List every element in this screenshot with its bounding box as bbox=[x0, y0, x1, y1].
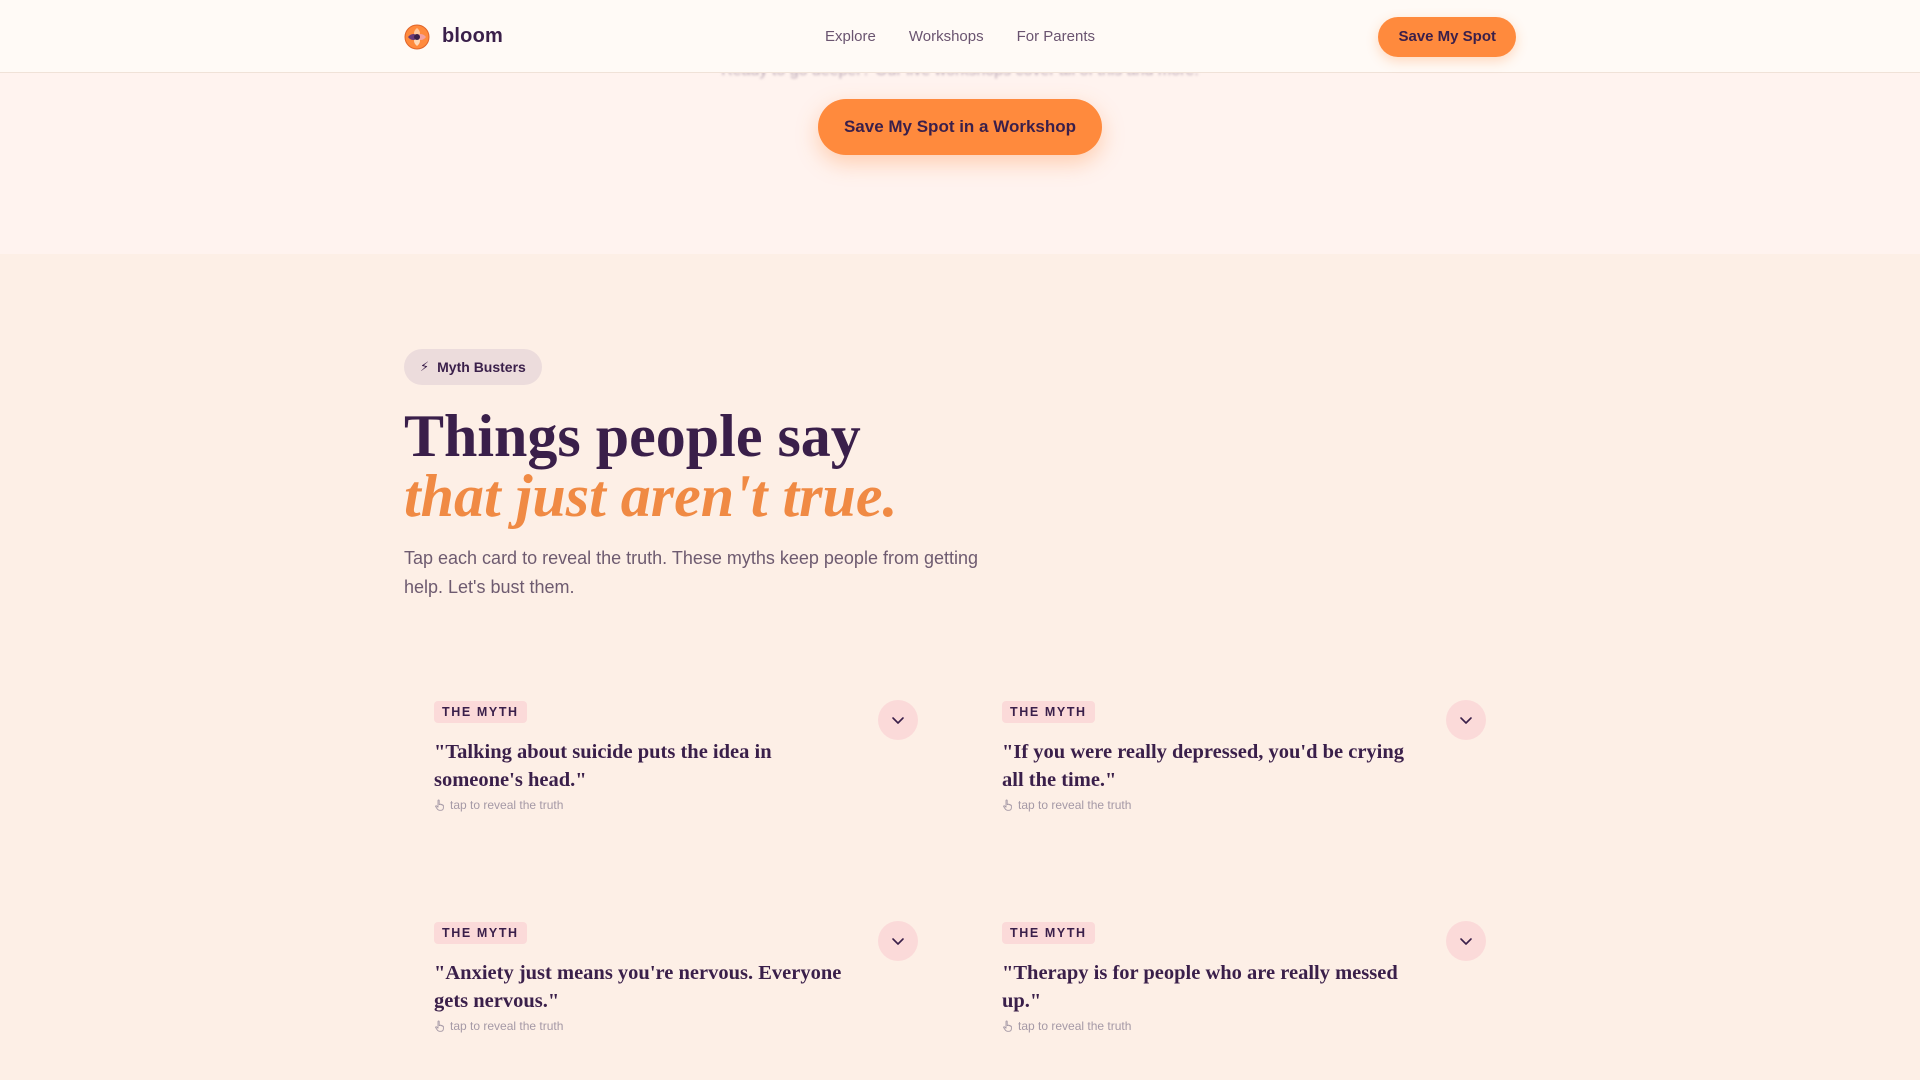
expand-card-button[interactable] bbox=[1446, 921, 1486, 961]
section-description: Tap each card to reveal the truth. These… bbox=[404, 548, 978, 597]
myth-card[interactable]: THE MYTH "Anxiety just means you're nerv… bbox=[404, 892, 942, 1072]
chevron-down-icon bbox=[1460, 717, 1472, 724]
reveal-hint-label: tap to reveal the truth bbox=[1018, 798, 1132, 812]
chevron-down-icon bbox=[892, 717, 904, 724]
nav-link-explore[interactable]: Explore bbox=[825, 28, 876, 45]
brand-name: bloom bbox=[442, 25, 503, 47]
pointer-hand-icon bbox=[435, 1020, 444, 1032]
myth-tag: THE MYTH bbox=[1002, 701, 1095, 723]
reveal-hint: tap to reveal the truth bbox=[1002, 1019, 1131, 1033]
chevron-down-icon bbox=[1460, 938, 1472, 945]
pointer-hand-icon bbox=[435, 799, 444, 811]
myth-tag: THE MYTH bbox=[434, 922, 527, 944]
reveal-hint: tap to reveal the truth bbox=[1002, 798, 1131, 812]
reveal-hint: tap to reveal the truth bbox=[434, 798, 563, 812]
expand-card-button[interactable] bbox=[878, 700, 918, 740]
brand-link[interactable]: bloom bbox=[404, 24, 503, 50]
lightning-icon: ⚡ bbox=[420, 359, 430, 374]
myth-tag: THE MYTH bbox=[434, 701, 527, 723]
pointer-hand-icon bbox=[1003, 1020, 1012, 1032]
section-title-accent: that just aren't true. bbox=[404, 463, 898, 529]
myth-quote: "Talking about suicide puts the idea in … bbox=[434, 741, 772, 791]
save-my-spot-button[interactable]: Save My Spot bbox=[1378, 16, 1516, 57]
nav-link-workshops[interactable]: Workshops bbox=[909, 28, 984, 45]
top-nav: bloom Explore Workshops For Parents Save… bbox=[0, 0, 1920, 73]
myth-tag: THE MYTH bbox=[1002, 922, 1095, 944]
myth-quote: "If you were really depressed, you'd be … bbox=[1002, 741, 1405, 791]
section-title: Things people say bbox=[404, 403, 861, 469]
myth-busters-badge: ⚡ Myth Busters bbox=[404, 349, 542, 385]
reveal-hint: tap to reveal the truth bbox=[434, 1019, 563, 1033]
reveal-hint-label: tap to reveal the truth bbox=[1018, 1019, 1132, 1033]
reveal-hint-label: tap to reveal the truth bbox=[450, 798, 564, 812]
myth-quote: "Anxiety just means you're nervous. Ever… bbox=[434, 962, 842, 1012]
reveal-hint-label: tap to reveal the truth bbox=[450, 1019, 564, 1033]
myth-card[interactable]: THE MYTH "Therapy is for people who are … bbox=[972, 892, 1510, 1072]
nav-link-for-parents[interactable]: For Parents bbox=[1017, 28, 1095, 45]
badge-label: Myth Busters bbox=[437, 359, 526, 375]
save-spot-workshop-button[interactable]: Save My Spot in a Workshop bbox=[818, 99, 1102, 155]
myth-card[interactable]: THE MYTH "Talking about suicide puts the… bbox=[404, 671, 942, 851]
nav-links: Explore Workshops For Parents bbox=[825, 28, 1095, 45]
chevron-down-icon bbox=[892, 938, 904, 945]
expand-card-button[interactable] bbox=[878, 921, 918, 961]
pointer-hand-icon bbox=[1003, 799, 1012, 811]
expand-card-button[interactable] bbox=[1446, 700, 1486, 740]
myth-quote: "Therapy is for people who are really me… bbox=[1002, 962, 1398, 1012]
bloom-logo-icon bbox=[404, 24, 430, 49]
myth-busters-section: ⚡ Myth Busters Things people say that ju… bbox=[0, 254, 1920, 1080]
myth-card[interactable]: THE MYTH "If you were really depressed, … bbox=[972, 671, 1510, 851]
